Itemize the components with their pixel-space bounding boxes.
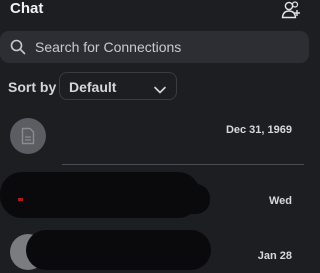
search-input[interactable]: [35, 37, 295, 57]
status-dot: [18, 198, 23, 201]
document-icon: [21, 127, 35, 150]
search-icon: [10, 39, 26, 55]
sort-label: Sort by: [8, 79, 57, 95]
chat-header: Chat: [0, 0, 309, 26]
sort-value: Default: [69, 79, 117, 95]
redacted-area: [120, 184, 210, 214]
conversation-date: Wed: [268, 195, 292, 207]
conversation-item[interactable]: Jan 28: [0, 226, 309, 273]
conversation-date: Jan 28: [257, 250, 292, 262]
search-bar[interactable]: [0, 31, 309, 63]
avatar: [10, 118, 46, 154]
conversation-date: Dec 31, 1969: [225, 124, 292, 136]
chevron-down-icon: [153, 82, 167, 94]
add-people-icon[interactable]: [281, 1, 301, 19]
redacted-area: [26, 230, 211, 270]
sort-dropdown[interactable]: Default: [59, 72, 177, 100]
page-title: Chat: [10, 0, 44, 17]
conversation-item[interactable]: Wed: [0, 170, 309, 228]
conversation-item[interactable]: Dec 31, 1969: [0, 112, 309, 164]
divider: [62, 164, 304, 165]
